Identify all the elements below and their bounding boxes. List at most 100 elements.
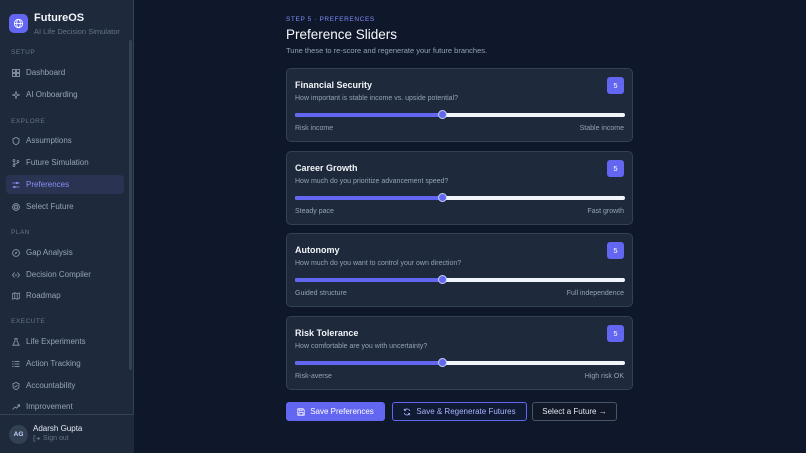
slider-title: Career Growth xyxy=(295,163,358,173)
compiler-icon xyxy=(12,271,20,278)
save-preferences-button[interactable]: Save Preferences xyxy=(286,402,385,421)
slider-min-label: Risk income xyxy=(295,125,334,132)
sliders-icon xyxy=(12,181,20,188)
slider-min-label: Guided structure xyxy=(295,290,347,297)
sidebar-item-label: Roadmap xyxy=(26,291,61,300)
slider-thumb[interactable] xyxy=(437,110,447,119)
slider-question: How much do you want to control your own… xyxy=(295,260,462,267)
slider-track[interactable] xyxy=(295,358,625,367)
slider-min-label: Steady pace xyxy=(295,208,334,215)
slider-fill xyxy=(295,113,442,117)
sidebar-item-label: Gap Analysis xyxy=(26,248,73,257)
slider-card-financial-security: Financial Security How important is stab… xyxy=(286,68,633,142)
target-icon xyxy=(12,202,20,211)
slider-value-badge: 5 xyxy=(607,160,624,177)
slider-thumb[interactable] xyxy=(437,193,447,202)
sidebar-item-select-future[interactable]: Select Future xyxy=(6,197,124,216)
save-regenerate-label: Save & Regenerate Futures xyxy=(416,407,516,416)
slider-thumb[interactable] xyxy=(437,358,447,367)
user-name: Adarsh Gupta xyxy=(33,424,83,433)
slider-question: How important is stable income vs. upsid… xyxy=(295,95,459,102)
slider-value-badge: 5 xyxy=(607,77,624,94)
sidebar-item-gap-analysis[interactable]: Gap Analysis xyxy=(6,243,124,262)
refresh-icon xyxy=(404,408,411,415)
sidebar-item-label: Future Simulation xyxy=(26,158,89,167)
sidebar-item-life-experiments[interactable]: Life Experiments xyxy=(6,332,124,351)
slider-title: Financial Security xyxy=(295,80,373,90)
sidebar-item-preferences[interactable]: Preferences xyxy=(6,175,124,194)
user-panel: AG Adarsh Gupta Sign out xyxy=(0,414,134,453)
compass-icon xyxy=(12,248,20,257)
sign-out-link[interactable]: Sign out xyxy=(33,435,69,442)
page-title: Preference Sliders xyxy=(286,27,398,42)
save-icon xyxy=(297,407,305,416)
slider-max-label: Stable income xyxy=(579,125,624,132)
slider-max-label: Fast growth xyxy=(587,208,624,215)
sparkle-icon xyxy=(12,90,20,99)
sidebar-item-label: Life Experiments xyxy=(26,337,86,346)
slider-question: How comfortable are you with uncertainty… xyxy=(295,343,428,350)
sidebar-item-decision-compiler[interactable]: Decision Compiler xyxy=(6,265,124,284)
list-icon xyxy=(12,360,20,367)
logout-icon xyxy=(33,435,40,442)
slider-card-autonomy: Autonomy How much do you want to control… xyxy=(286,233,633,307)
app-name: FutureOS xyxy=(34,12,85,24)
sidebar-item-action-tracking[interactable]: Action Tracking xyxy=(6,354,124,373)
map-icon xyxy=(12,291,20,300)
slider-question: How much do you prioritize advancement s… xyxy=(295,178,449,185)
sidebar-item-future-simulation[interactable]: Future Simulation xyxy=(6,153,124,172)
sidebar-item-label: Accountability xyxy=(26,381,76,390)
slider-min-label: Risk-averse xyxy=(295,373,332,380)
sidebar-item-roadmap[interactable]: Roadmap xyxy=(6,286,124,305)
slider-max-label: Full independence xyxy=(566,290,624,297)
section-label-execute: EXECUTE xyxy=(11,318,46,325)
slider-track[interactable] xyxy=(295,275,625,284)
slider-fill xyxy=(295,361,442,365)
sidebar-item-label: Preferences xyxy=(26,180,70,189)
branch-icon xyxy=(12,158,20,167)
sidebar: FutureOS AI Life Decision Simulator SETU… xyxy=(0,0,134,453)
slider-value-badge: 5 xyxy=(607,242,624,259)
sidebar-item-ai-onboarding[interactable]: AI Onboarding xyxy=(6,85,124,104)
sidebar-item-label: Assumptions xyxy=(26,136,72,145)
select-future-button[interactable]: Select a Future → xyxy=(532,402,617,421)
slider-track[interactable] xyxy=(295,110,625,119)
sidebar-item-label: Decision Compiler xyxy=(26,270,91,279)
app-subtitle: AI Life Decision Simulator xyxy=(34,27,120,36)
save-regenerate-button[interactable]: Save & Regenerate Futures xyxy=(392,402,527,421)
slider-title: Autonomy xyxy=(295,245,340,255)
section-label-explore: EXPLORE xyxy=(11,118,46,125)
brand[interactable]: FutureOS AI Life Decision Simulator xyxy=(9,12,120,37)
sidebar-item-assumptions[interactable]: Assumptions xyxy=(6,131,124,150)
shield-icon xyxy=(12,136,20,145)
select-future-label: Select a Future → xyxy=(542,407,607,416)
sidebar-item-accountability[interactable]: Accountability xyxy=(6,376,124,395)
slider-card-career-growth: Career Growth How much do you prioritize… xyxy=(286,151,633,225)
grid-icon xyxy=(12,68,20,77)
slider-value-badge: 5 xyxy=(607,325,624,342)
sidebar-item-label: AI Onboarding xyxy=(26,90,78,99)
sidebar-item-label: Improvement xyxy=(26,402,73,411)
slider-track[interactable] xyxy=(295,193,625,202)
sidebar-item-label: Select Future xyxy=(26,202,74,211)
section-label-plan: PLAN xyxy=(11,229,30,236)
page-subtitle: Tune these to re-score and regenerate yo… xyxy=(286,46,488,55)
step-label: STEP 5 · PREFERENCES xyxy=(286,16,375,23)
sidebar-item-dashboard[interactable]: Dashboard xyxy=(6,63,124,82)
flask-icon xyxy=(12,337,20,346)
sidebar-item-label: Dashboard xyxy=(26,68,66,77)
slider-card-risk-tolerance: Risk Tolerance How comfortable are you w… xyxy=(286,316,633,390)
shield-check-icon xyxy=(12,381,20,390)
slider-fill xyxy=(295,278,442,282)
slider-title: Risk Tolerance xyxy=(295,328,359,338)
trend-up-icon xyxy=(12,403,20,410)
slider-max-label: High risk OK xyxy=(584,373,624,380)
save-preferences-label: Save Preferences xyxy=(310,407,374,416)
sign-out-label: Sign out xyxy=(43,435,69,442)
sidebar-item-label: Action Tracking xyxy=(26,359,81,368)
section-label-setup: SETUP xyxy=(11,49,36,56)
slider-thumb[interactable] xyxy=(437,275,447,284)
slider-fill xyxy=(295,196,442,200)
avatar[interactable]: AG xyxy=(9,425,28,444)
sidebar-scrollbar[interactable] xyxy=(129,40,132,370)
